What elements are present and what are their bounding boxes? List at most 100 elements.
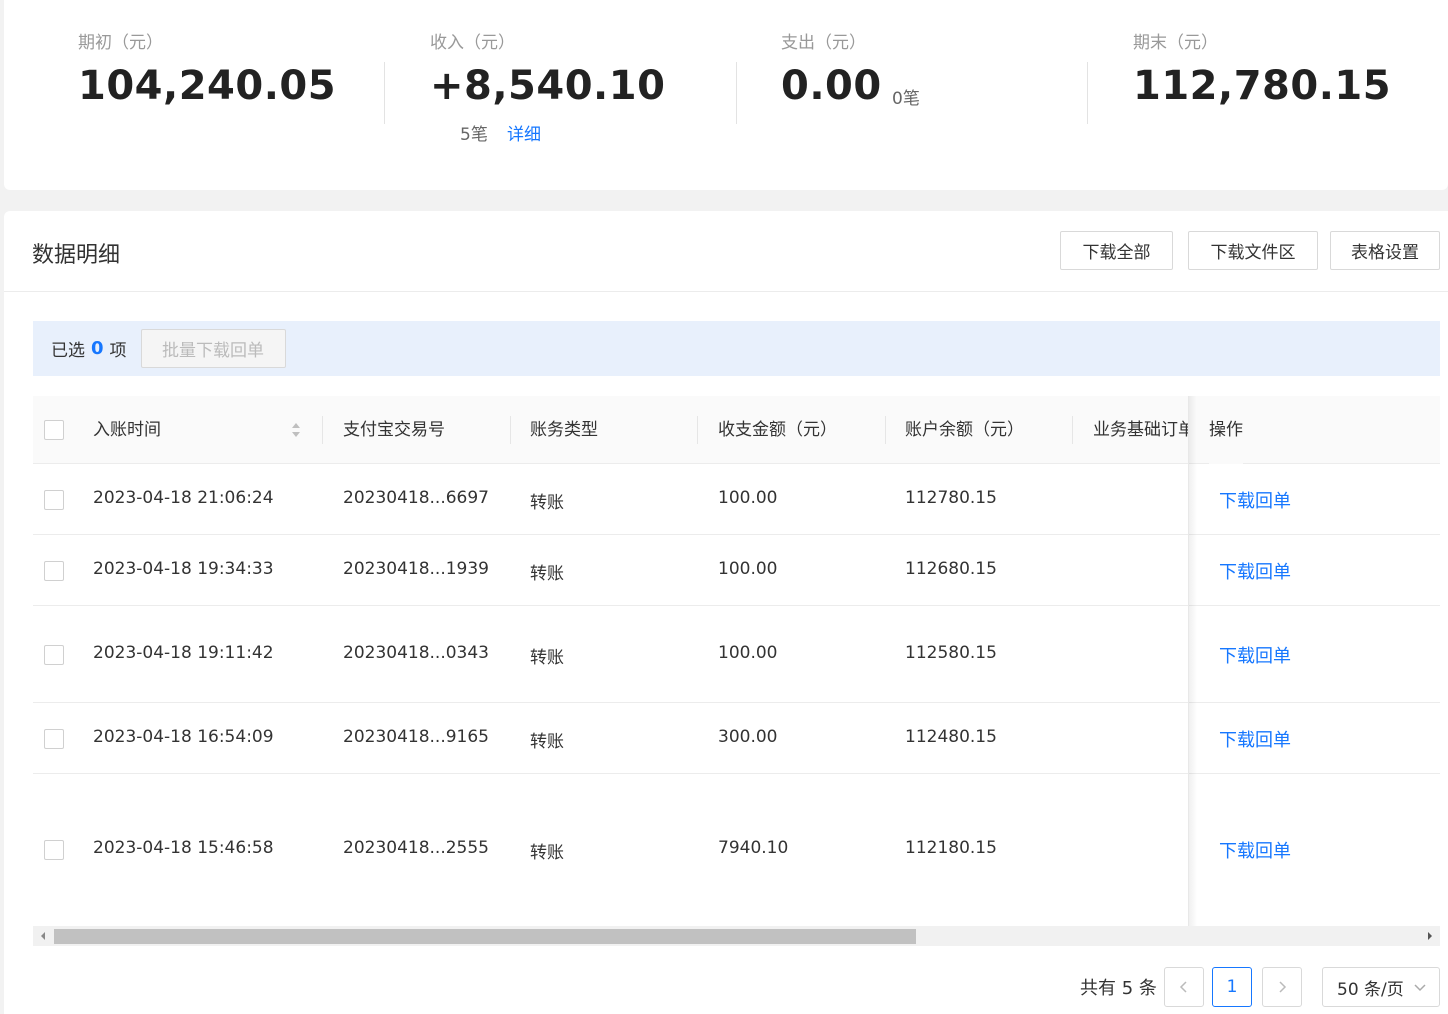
cell-amount: 300.00 [718, 727, 778, 747]
detail-card: 数据明细 下载全部 下载文件区 表格设置 已选 0 项 批量下载回单 入账时间 … [4, 211, 1448, 1014]
stat-divider [1087, 62, 1088, 124]
chevron-left-icon [1179, 981, 1187, 993]
row-checkbox[interactable] [44, 840, 64, 860]
table-settings-button[interactable]: 表格设置 [1330, 231, 1440, 270]
stat-label: 收入（元） [430, 33, 515, 53]
expense-stat: 支出（元） 0.00 [781, 28, 882, 109]
stat-label: 期初（元） [78, 33, 163, 53]
table-row: 2023-04-18 15:46:58 20230418...2555 转账 7… [33, 774, 1440, 926]
cell-time: 2023-04-18 21:06:24 [93, 488, 274, 508]
data-table: 入账时间 支付宝交易号 账务类型 收支金额（元） 账户余额（元） 业务基础订单号… [33, 396, 1440, 926]
selected-suffix: 项 [109, 341, 127, 361]
column-separator [322, 416, 323, 444]
closing-balance-stat: 期末（元） 112,780.15 [1133, 28, 1391, 109]
scroll-right-icon[interactable] [1420, 926, 1440, 946]
cell-type: 转账 [530, 843, 564, 863]
cell-balance: 112680.15 [905, 559, 997, 579]
scrollbar-thumb[interactable] [54, 929, 916, 944]
batch-download-receipt-button[interactable]: 批量下载回单 [140, 329, 286, 368]
cell-trade-no: 20230418...6697 [343, 488, 490, 508]
download-all-button[interactable]: 下载全部 [1060, 231, 1173, 270]
table-header: 入账时间 支付宝交易号 账务类型 收支金额（元） 账户余额（元） 业务基础订单号… [33, 396, 1440, 464]
download-receipt-link[interactable]: 下载回单 [1219, 837, 1291, 863]
cell-time: 2023-04-18 19:11:42 [93, 643, 274, 663]
stat-value: 0.00 [781, 63, 882, 109]
column-header-type: 账务类型 [530, 420, 598, 440]
stat-value: 112,780.15 [1133, 63, 1392, 109]
row-checkbox[interactable] [44, 645, 64, 665]
download-receipt-link[interactable]: 下载回单 [1219, 558, 1291, 584]
cell-time: 2023-04-18 15:46:58 [93, 838, 274, 858]
stat-divider [736, 62, 737, 124]
column-header-action: 操作 [1209, 396, 1243, 464]
page-size-select[interactable]: 50 条/页 [1322, 967, 1440, 1007]
download-file-area-button[interactable]: 下载文件区 [1188, 231, 1318, 270]
selected-count: 0 [91, 338, 104, 359]
table-row: 2023-04-18 21:06:24 20230418...6697 转账 1… [33, 464, 1440, 535]
fixed-column-border [1188, 396, 1189, 926]
cell-amount: 100.00 [718, 488, 778, 508]
cell-time: 2023-04-18 16:54:09 [93, 727, 274, 747]
chevron-right-icon [1279, 981, 1287, 993]
cell-balance: 112180.15 [905, 838, 997, 858]
pagination-total: 共有 5 条 [1080, 978, 1157, 999]
cell-balance: 112780.15 [905, 488, 997, 508]
cell-amount: 7940.10 [718, 838, 789, 858]
download-receipt-link[interactable]: 下载回单 [1219, 726, 1291, 752]
table-row: 2023-04-18 16:54:09 20230418...9165 转账 3… [33, 703, 1440, 774]
cell-type: 转账 [530, 493, 564, 513]
selection-bar: 已选 0 项 批量下载回单 [33, 321, 1440, 376]
table-row: 2023-04-18 19:11:42 20230418...0343 转账 1… [33, 606, 1440, 703]
income-count: 5笔 [460, 125, 488, 145]
expense-count: 0笔 [892, 89, 920, 109]
divider [4, 291, 1448, 292]
row-checkbox[interactable] [44, 561, 64, 581]
table-row: 2023-04-18 19:34:33 20230418...1939 转账 1… [33, 535, 1440, 606]
cell-amount: 100.00 [718, 559, 778, 579]
cell-trade-no: 20230418...9165 [343, 727, 490, 747]
chevron-down-icon [1414, 984, 1426, 992]
page-size-value: 50 条/页 [1337, 979, 1404, 1000]
column-header-trade-no: 支付宝交易号 [343, 420, 445, 440]
stat-value: +8,540.10 [430, 63, 666, 109]
cell-trade-no: 20230418...2555 [343, 838, 490, 858]
cell-trade-no: 20230418...0343 [343, 643, 490, 663]
download-receipt-link[interactable]: 下载回单 [1219, 642, 1291, 668]
page-button-current[interactable]: 1 [1212, 967, 1252, 1007]
cell-type: 转账 [530, 564, 564, 584]
cell-balance: 112580.15 [905, 643, 997, 663]
income-detail-link[interactable]: 详细 [507, 120, 541, 145]
column-header-balance: 账户余额（元） [905, 420, 1024, 440]
detail-title: 数据明细 [32, 243, 121, 268]
cell-trade-no: 20230418...1939 [343, 559, 490, 579]
column-separator [697, 416, 698, 444]
stat-divider [384, 62, 385, 124]
prev-page-button[interactable] [1164, 967, 1204, 1007]
column-header-order-no: 业务基础订单号 [1093, 420, 1189, 440]
sort-icon[interactable] [290, 420, 302, 440]
cell-type: 转账 [530, 648, 564, 668]
scroll-left-icon[interactable] [33, 926, 53, 946]
selected-prefix: 已选 [51, 341, 85, 361]
stat-label: 支出（元） [781, 33, 866, 53]
next-page-button[interactable] [1262, 967, 1302, 1007]
horizontal-scrollbar[interactable] [33, 926, 1440, 946]
row-checkbox[interactable] [44, 490, 64, 510]
column-separator [510, 416, 511, 444]
income-stat: 收入（元） +8,540.10 [430, 28, 665, 109]
summary-card: 期初（元） 104,240.05 收入（元） +8,540.10 5笔 详细 支… [4, 0, 1448, 190]
column-separator [885, 416, 886, 444]
cell-balance: 112480.15 [905, 727, 997, 747]
download-receipt-link[interactable]: 下载回单 [1219, 487, 1291, 513]
cell-amount: 100.00 [718, 643, 778, 663]
column-header-amount: 收支金额（元） [718, 420, 837, 440]
opening-balance-stat: 期初（元） 104,240.05 [78, 28, 336, 109]
cell-time: 2023-04-18 19:34:33 [93, 559, 274, 579]
row-checkbox[interactable] [44, 729, 64, 749]
column-separator [1072, 416, 1073, 444]
stat-value: 104,240.05 [78, 63, 337, 109]
stat-label: 期末（元） [1133, 33, 1218, 53]
select-all-checkbox[interactable] [44, 420, 64, 440]
column-header-time: 入账时间 [93, 420, 161, 440]
cell-type: 转账 [530, 732, 564, 752]
